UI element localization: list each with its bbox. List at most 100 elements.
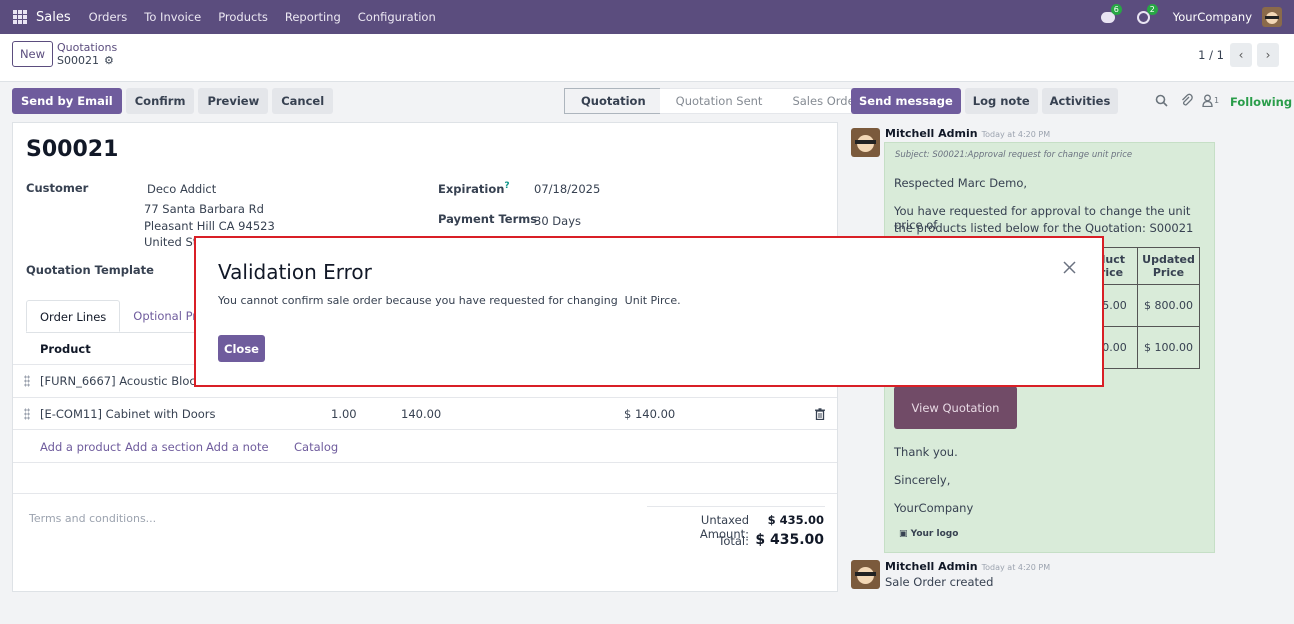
- new-button[interactable]: New: [12, 41, 53, 67]
- total-label: Total:: [718, 534, 749, 548]
- customer-label: Customer: [26, 181, 89, 195]
- add-note-link[interactable]: Add a note: [206, 440, 269, 454]
- form-action-buttons: Send by Email Confirm Preview Cancel: [12, 88, 337, 114]
- expiration-field[interactable]: 07/18/2025: [534, 182, 600, 196]
- record-name: S00021: [57, 54, 99, 67]
- table-header-updated-price: Updated Price: [1137, 247, 1200, 285]
- customer-field[interactable]: Deco Addict: [147, 182, 216, 196]
- message-line: the products listed below for the Quotat…: [894, 221, 1194, 235]
- stage-quotation-sent[interactable]: Quotation Sent: [659, 88, 777, 114]
- message-company: YourCompany: [894, 501, 974, 515]
- confirm-button[interactable]: Confirm: [125, 88, 195, 114]
- drag-handle-icon[interactable]: [24, 375, 30, 387]
- close-icon[interactable]: [1063, 261, 1076, 274]
- dialog-title: Validation Error: [218, 260, 372, 284]
- customer-address-line3: United St: [144, 235, 198, 249]
- apps-menu-icon[interactable]: [13, 10, 27, 24]
- following-button[interactable]: Following: [1230, 95, 1292, 109]
- pager-value[interactable]: 1 / 1: [1198, 48, 1224, 62]
- preview-button[interactable]: Preview: [198, 88, 269, 114]
- message-subject: Subject: S00021:Approval request for cha…: [895, 150, 1133, 160]
- followers-count: 1: [1214, 95, 1220, 105]
- company-switcher[interactable]: YourCompany: [1173, 10, 1252, 24]
- top-navbar: Sales Orders To Invoice Products Reporti…: [0, 0, 1294, 34]
- divider: [13, 429, 837, 430]
- followers-user-icon[interactable]: [1202, 94, 1213, 107]
- log-note-button[interactable]: Log note: [964, 88, 1038, 114]
- menu-reporting[interactable]: Reporting: [285, 10, 341, 24]
- author-avatar[interactable]: [851, 128, 880, 157]
- line-product[interactable]: [E-COM11] Cabinet with Doors: [40, 407, 215, 421]
- drag-handle-icon[interactable]: [24, 408, 30, 420]
- quotation-template-label: Quotation Template: [26, 263, 154, 277]
- messages-icon[interactable]: 6: [1100, 4, 1122, 25]
- cancel-button[interactable]: Cancel: [272, 88, 334, 114]
- app-name[interactable]: Sales: [36, 10, 71, 25]
- chevron-right-icon: ›: [1265, 48, 1271, 62]
- add-section-link[interactable]: Add a section: [125, 440, 203, 454]
- catalog-link[interactable]: Catalog: [294, 440, 338, 454]
- paperclip-icon[interactable]: [1180, 93, 1193, 107]
- trash-icon[interactable]: [815, 408, 825, 420]
- pager-previous-button[interactable]: ‹: [1230, 43, 1252, 67]
- systray: 6 2 YourCompany: [1100, 0, 1282, 34]
- payment-terms-label: Payment Terms: [438, 212, 538, 226]
- view-quotation-button[interactable]: View Quotation: [894, 386, 1017, 429]
- column-header-product: Product: [40, 342, 91, 356]
- menu-products[interactable]: Products: [218, 10, 268, 24]
- tab-order-lines[interactable]: Order Lines: [26, 300, 121, 332]
- message-time: Today at 4:20 PM: [981, 563, 1051, 572]
- help-icon[interactable]: ?: [504, 181, 509, 191]
- activities-button[interactable]: Activities: [1041, 88, 1119, 114]
- control-panel: New Quotations S00021 ⚙ 1 / 1 ‹ ›: [0, 34, 1294, 82]
- line-quantity[interactable]: 1.00: [331, 407, 357, 421]
- dialog-message: You cannot confirm sale order because yo…: [218, 294, 681, 307]
- add-product-link[interactable]: Add a product: [40, 440, 121, 454]
- line-subtotal: $ 140.00: [624, 407, 676, 421]
- divider: [647, 506, 825, 507]
- chatter-icons: 1: [1155, 93, 1219, 107]
- untaxed-amount-value: $ 435.00: [767, 513, 824, 527]
- menu-to-invoice[interactable]: To Invoice: [144, 10, 201, 24]
- message-sincerely: Sincerely,: [894, 473, 951, 487]
- company-logo: ▣ Your logo: [899, 529, 959, 539]
- message-time: Today at 4:20 PM: [981, 130, 1051, 139]
- logo-icon: ▣: [899, 529, 911, 539]
- activities-badge: 2: [1146, 4, 1158, 15]
- line-unit-price[interactable]: 140.00: [401, 407, 441, 421]
- send-message-button[interactable]: Send message: [851, 88, 961, 114]
- search-icon[interactable]: [1155, 94, 1168, 107]
- payment-terms-field[interactable]: 30 Days: [534, 214, 581, 228]
- user-avatar[interactable]: [1262, 7, 1282, 27]
- order-name: S00021: [26, 137, 119, 162]
- line-product[interactable]: [FURN_6667] Acoustic Bloc Sc: [40, 374, 213, 388]
- author-avatar[interactable]: [851, 560, 880, 589]
- gear-icon[interactable]: ⚙: [104, 54, 114, 67]
- message-greeting: Respected Marc Demo,: [894, 176, 1028, 190]
- breadcrumb-current: S00021 ⚙: [57, 54, 114, 67]
- menu-configuration[interactable]: Configuration: [358, 10, 436, 24]
- message-thanks: Thank you.: [894, 445, 958, 459]
- send-by-email-button[interactable]: Send by Email: [12, 88, 122, 114]
- table-cell: $ 100.00: [1137, 326, 1200, 369]
- divider: [13, 462, 837, 463]
- chevron-left-icon: ‹: [1238, 48, 1244, 62]
- status-bar: Quotation Quotation Sent Sales Order: [564, 88, 874, 114]
- message-author[interactable]: Mitchell Admin Today at 4:20 PM: [885, 127, 1050, 140]
- stage-quotation[interactable]: Quotation: [564, 88, 660, 114]
- customer-address-line2: Pleasant Hill CA 94523: [144, 219, 275, 233]
- close-button[interactable]: Close: [218, 335, 265, 362]
- table-row[interactable]: [E-COM11] Cabinet with Doors 1.00 140.00…: [13, 397, 837, 429]
- terms-conditions-field[interactable]: Terms and conditions...: [29, 512, 156, 525]
- breadcrumb-quotations[interactable]: Quotations: [57, 41, 117, 54]
- message-text: Sale Order created: [885, 575, 994, 589]
- chatter-toolbar: Send message Log note Activities: [851, 88, 1122, 114]
- validation-error-dialog: Validation Error You cannot confirm sale…: [194, 236, 1104, 387]
- message-author[interactable]: Mitchell Admin Today at 4:20 PM: [885, 560, 1050, 573]
- table-cell: $ 800.00: [1137, 284, 1200, 327]
- menu-orders[interactable]: Orders: [89, 10, 128, 24]
- activities-clock-icon[interactable]: 2: [1136, 4, 1158, 25]
- pager-next-button[interactable]: ›: [1257, 43, 1279, 67]
- divider: [13, 493, 837, 494]
- main-menu: Orders To Invoice Products Reporting Con…: [89, 10, 453, 24]
